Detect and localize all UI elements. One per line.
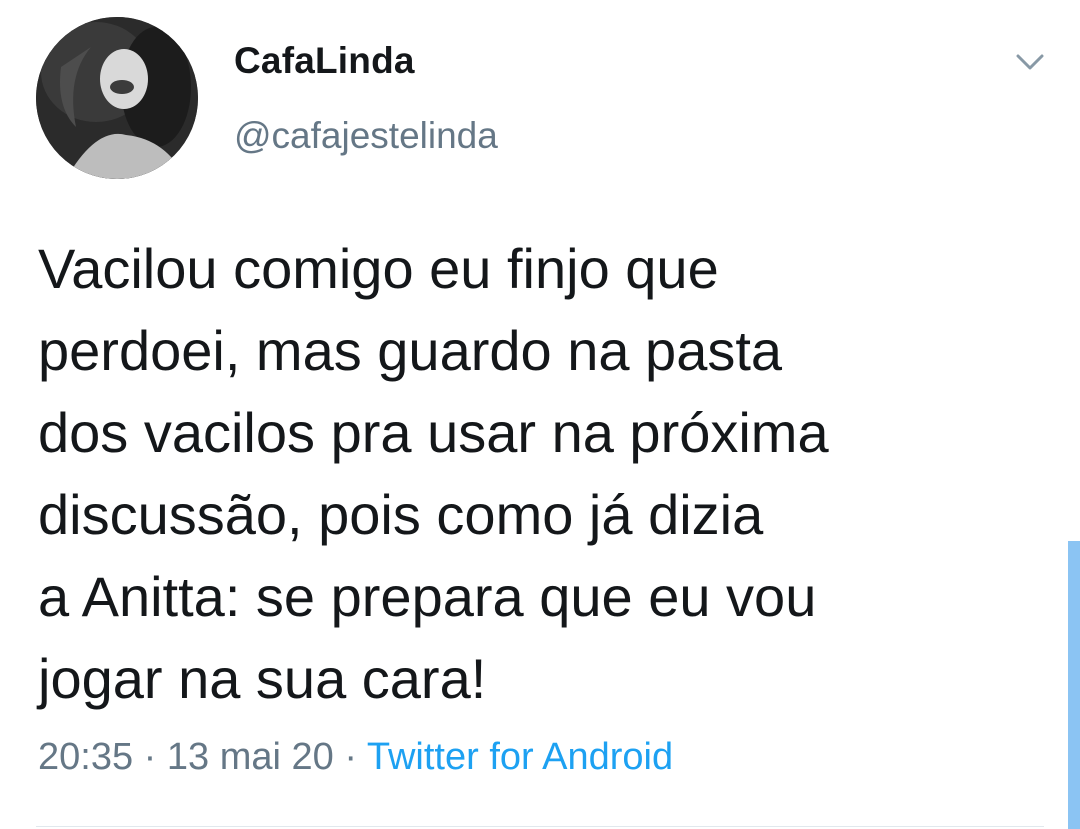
meta-separator: · <box>344 736 357 778</box>
scroll-indicator[interactable] <box>1068 541 1080 829</box>
divider <box>36 826 1044 827</box>
tweet-text-line: discussão, pois como já dizia <box>38 483 764 546</box>
tweet-text-line: a Anitta: se prepara que eu vou <box>38 565 817 628</box>
tweet-text-line: perdoei, mas guardo na pasta <box>38 319 783 382</box>
tweet-text: Vacilou comigo eu finjo que perdoei, mas… <box>38 228 1018 720</box>
tweet-date[interactable]: 13 mai 20 <box>167 736 334 778</box>
tweet-card: CafaLinda @cafajestelinda Vacilou comigo… <box>0 0 1080 829</box>
tweet-text-line: Vacilou comigo eu finjo que <box>38 237 719 300</box>
meta-separator: · <box>143 736 157 778</box>
tweet-meta: 20:35 · 13 mai 20 · Twitter for Android <box>38 736 673 779</box>
avatar-photo <box>36 17 198 179</box>
tweet-text-line: jogar na sua cara! <box>38 647 487 710</box>
tweet-source-link[interactable]: Twitter for Android <box>367 736 673 778</box>
display-name[interactable]: CafaLinda <box>234 40 415 82</box>
user-handle[interactable]: @cafajestelinda <box>234 115 498 157</box>
chevron-down-icon[interactable] <box>1010 46 1050 78</box>
tweet-text-line: dos vacilos pra usar na próxima <box>38 401 829 464</box>
avatar[interactable] <box>36 17 198 179</box>
tweet-time[interactable]: 20:35 <box>38 736 133 778</box>
